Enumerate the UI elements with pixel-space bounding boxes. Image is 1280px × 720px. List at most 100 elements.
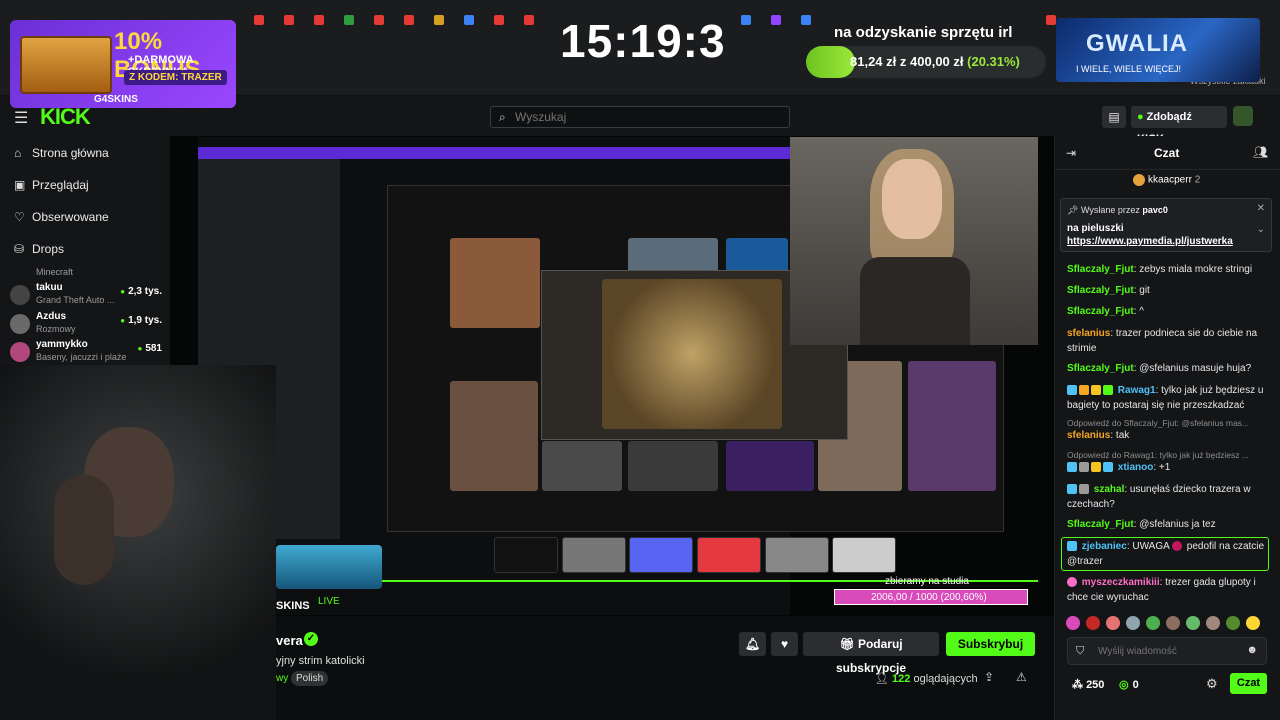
sidebar-channel[interactable]: yammykko Baseny, jacuzzi i plaże 581 <box>10 339 162 365</box>
promo-code: Z KODEM: TRAZER <box>124 70 227 85</box>
kicks-balance[interactable]: ◎ 0 <box>1119 678 1139 691</box>
chat-message[interactable]: Sflaczaly_Fjut: ^ <box>1067 304 1267 319</box>
chat-username[interactable]: myszeczkamikiii <box>1082 577 1160 588</box>
tab-favicon-icon[interactable] <box>494 15 504 25</box>
chat-username[interactable]: szahal <box>1094 484 1125 495</box>
emote-icon[interactable] <box>1066 616 1080 630</box>
emote-icon[interactable] <box>1146 616 1160 630</box>
emoji-picker-icon[interactable]: ☻ <box>1246 644 1258 656</box>
subscribe-button[interactable]: Subskrybuj <box>946 632 1035 656</box>
search-input[interactable] <box>515 109 775 125</box>
tab-favicon-icon[interactable] <box>314 15 324 25</box>
chat-message[interactable]: myszeczkamikiii: trezer gada glupoty i c… <box>1067 575 1267 605</box>
emote-icon[interactable] <box>1226 616 1240 630</box>
chat-username[interactable]: zjebaniec <box>1082 541 1127 552</box>
channel-name: takuu <box>36 282 63 293</box>
emote-icon[interactable] <box>1166 616 1180 630</box>
discord-tile-icon <box>697 537 761 573</box>
chat-message[interactable]: Sflaczaly_Fjut: @sfelanius ja tez <box>1067 517 1267 532</box>
chat-input-box[interactable]: ⛉ ☻ <box>1067 637 1267 665</box>
chat-message[interactable]: Sflaczaly_Fjut: zebys miala mokre string… <box>1067 262 1267 277</box>
chat-username[interactable]: Sflaczaly_Fjut <box>1067 285 1134 296</box>
report-icon[interactable]: ⚠ <box>1016 670 1027 684</box>
share-icon[interactable]: ⇪ <box>984 670 994 684</box>
nav-browse[interactable]: ▣ Przeglądaj <box>14 178 89 192</box>
pinned-link[interactable]: https://www.paymedia.pl/justwerka <box>1067 236 1233 247</box>
follow-heart-icon[interactable]: ♥ <box>771 632 798 656</box>
chat-username[interactable]: Sflaczaly_Fjut <box>1067 363 1134 374</box>
nav-following[interactable]: ♡ Obserwowane <box>14 210 109 224</box>
goal-bar-fill <box>806 46 855 78</box>
tab-favicon-icon[interactable] <box>464 15 474 25</box>
sidebar-channel[interactable]: takuu Grand Theft Auto ... 2,3 tys. <box>10 282 162 308</box>
video-thumbnail <box>542 441 622 491</box>
sidebar-channel[interactable]: Azdus Rozmowy 1,9 tys. <box>10 311 162 337</box>
skins-logo: SKINS <box>276 600 310 612</box>
case-icon <box>20 36 112 94</box>
tab-favicon-icon[interactable] <box>374 15 384 25</box>
chat-message[interactable]: szahal: usunęłaś dziecko trazera w czech… <box>1067 482 1267 512</box>
tab-favicon-icon[interactable] <box>524 15 534 25</box>
emote-icon[interactable] <box>1186 616 1200 630</box>
tab-favicon-icon[interactable] <box>254 15 264 25</box>
chat-message[interactable]: zjebaniec: UWAGA pedofil na czatcie @tra… <box>1067 539 1267 569</box>
chat-message[interactable]: Sflaczaly_Fjut: @sfelanius masuje huja? <box>1067 361 1267 376</box>
tab-favicon-icon[interactable] <box>284 15 294 25</box>
chat-message[interactable]: sfelanius: tak <box>1067 428 1267 443</box>
stream-category[interactable]: wy <box>276 673 288 684</box>
chat-message[interactable]: Rawag1: tylko jak już będziesz u bagiety… <box>1067 383 1267 413</box>
chevron-down-icon[interactable]: ⌄ <box>1257 224 1265 235</box>
user-avatar[interactable] <box>1233 106 1253 126</box>
chat-message[interactable]: Sflaczaly_Fjut: git <box>1067 283 1267 298</box>
vip-badge-icon <box>1091 462 1101 473</box>
tab-favicon-icon[interactable] <box>434 15 444 25</box>
chat-username[interactable]: Sflaczaly_Fjut <box>1067 306 1134 317</box>
chat-users-icon[interactable]: 👥︎ <box>1253 145 1268 159</box>
get-kicks-button[interactable]: ●Zdobądź KICKs <box>1131 106 1227 145</box>
tab-favicon-icon[interactable] <box>771 15 781 25</box>
notification-bell-icon[interactable]: 🔔︎ <box>739 632 766 656</box>
tab-favicon-icon[interactable] <box>741 15 751 25</box>
chat-username[interactable]: Sflaczaly_Fjut <box>1067 264 1134 275</box>
nav-drops[interactable]: ⛁ Drops <box>14 242 64 256</box>
emote-icon[interactable] <box>1106 616 1120 630</box>
tab-favicon-icon[interactable] <box>404 15 414 25</box>
chat-username[interactable]: xtianoo <box>1118 462 1154 473</box>
streamer-name[interactable]: vera <box>276 633 303 648</box>
chat-message[interactable]: sfelanius: trazer podnieca sie do ciebie… <box>1067 326 1267 356</box>
og-badge-icon <box>1103 462 1113 473</box>
tab-favicon-icon[interactable] <box>1046 15 1056 25</box>
library-icon[interactable]: ▤ <box>1102 106 1126 128</box>
search-box[interactable]: ⌕ <box>490 106 790 128</box>
chat-reply-reference[interactable]: Odpowiedź do Rawag1: tylko jak już będzi… <box>1067 450 1263 460</box>
chat-input[interactable] <box>1098 644 1238 659</box>
gear-icon[interactable]: ⚙ <box>1206 676 1218 692</box>
chat-title: Czat <box>1154 146 1180 160</box>
language-tag[interactable]: Polish <box>291 671 329 686</box>
chat-username[interactable]: Sflaczaly_Fjut <box>1067 519 1134 530</box>
scene-tile <box>832 537 896 573</box>
collapse-chat-icon[interactable]: ⇥ <box>1066 146 1076 160</box>
chat-reply-reference[interactable]: Odpowiedź do Sflaczaly_Fjut: @sfelanius … <box>1067 418 1263 428</box>
emote-icon[interactable] <box>1126 616 1140 630</box>
channel-points[interactable]: ⁂ 250 <box>1072 678 1104 691</box>
gift-subscription-button[interactable]: 🎁︎ Podaruj subskrypcje <box>803 632 939 675</box>
chat-send-button[interactable]: Czat <box>1230 673 1267 694</box>
emote-icon[interactable] <box>1246 616 1260 630</box>
emote-icon[interactable] <box>1206 616 1220 630</box>
nav-home[interactable]: ⌂ Strona główna <box>14 146 109 160</box>
chat-text: UWAGA <box>1132 541 1170 552</box>
chat-username[interactable]: sfelanius <box>1067 328 1110 339</box>
unpin-icon[interactable]: ✕ <box>1257 203 1265 214</box>
chat-username[interactable]: Rawag1 <box>1118 385 1156 396</box>
top-gifter[interactable]: kkaacperr 2 <box>1133 174 1200 186</box>
pinned-message[interactable]: 📌︎ Wysłane przez pavc0 ✕ na pieluszki ht… <box>1060 198 1272 252</box>
emote-icon[interactable] <box>1086 616 1100 630</box>
sidebar-channel[interactable]: Minecraft <box>10 258 162 284</box>
chat-username[interactable]: sfelanius <box>1067 430 1110 441</box>
tab-favicon-icon[interactable] <box>344 15 354 25</box>
chat-message[interactable]: xtianoo: +1 <box>1067 460 1267 475</box>
menu-icon[interactable]: ☰ <box>14 108 28 128</box>
pin-icon: 📌︎ <box>1067 205 1081 215</box>
chat-text: git <box>1139 285 1150 296</box>
